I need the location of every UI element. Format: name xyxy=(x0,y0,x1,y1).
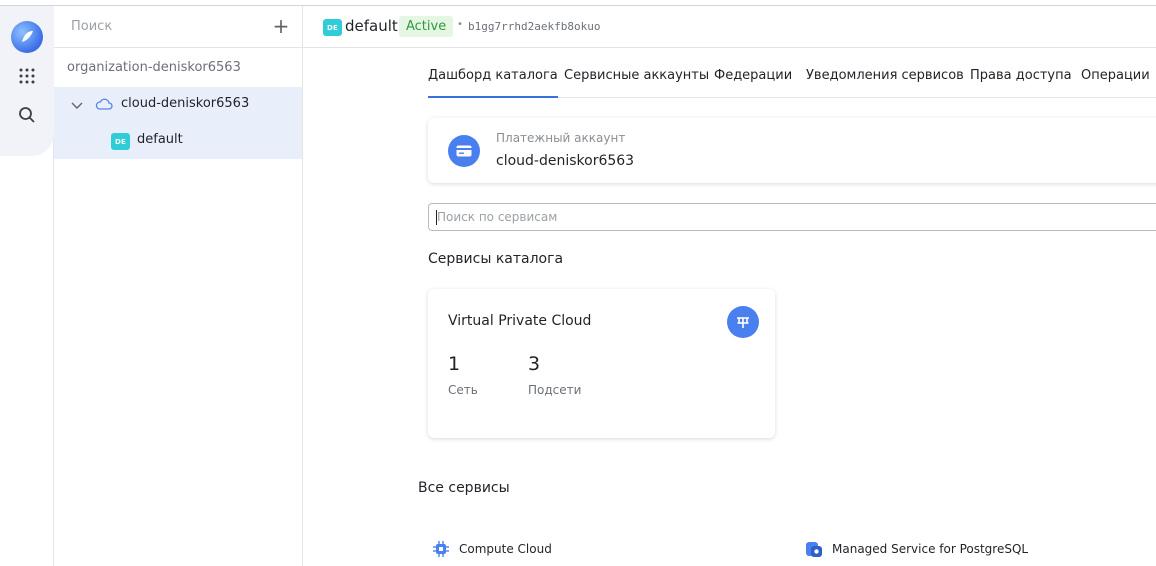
billing-account-label: Платежный аккаунт xyxy=(496,131,626,145)
billing-account-card[interactable]: Платежный аккаунт cloud-deniskor6563 xyxy=(428,118,1156,183)
vpc-stat-networks: 1 Сеть xyxy=(448,353,478,397)
left-rail xyxy=(0,6,54,566)
billing-account-value[interactable]: cloud-deniskor6563 xyxy=(496,153,634,169)
folder-id[interactable]: b1gg7rrhd2aekfb8okuo xyxy=(468,20,600,33)
service-compute-cloud[interactable]: Compute Cloud xyxy=(432,540,552,558)
service-search-input[interactable] xyxy=(429,204,1156,230)
search-icon[interactable] xyxy=(15,103,39,127)
tab-operations[interactable]: Операции xyxy=(1081,68,1150,98)
sidebar-item-folder-default[interactable]: DE default xyxy=(54,123,302,159)
vpc-networks-count: 1 xyxy=(448,353,461,375)
folder-badge: DE xyxy=(323,19,342,36)
vpc-subnets-count: 3 xyxy=(528,353,541,375)
folder-badge: DE xyxy=(111,133,130,150)
sidebar-item-folder-label: default xyxy=(137,132,183,147)
service-managed-postgresql-label: Managed Service for PostgreSQL xyxy=(832,542,1029,556)
sidebar-item-cloud-label: cloud-deniskor6563 xyxy=(121,96,250,111)
network-icon xyxy=(727,306,759,338)
services-grid-icon[interactable] xyxy=(15,64,39,88)
vpc-service-card[interactable]: Virtual Private Cloud 1 Сеть 3 Подсети xyxy=(428,289,775,438)
add-resource-button[interactable]: + xyxy=(271,16,291,37)
vpc-subnets-label: Подсети xyxy=(528,383,582,397)
chip-icon xyxy=(432,540,450,558)
sidebar-search-placeholder[interactable]: Поиск xyxy=(71,19,112,34)
credit-card-icon xyxy=(448,135,480,167)
service-managed-postgresql[interactable]: Managed Service for PostgreSQL xyxy=(805,540,1028,558)
tab-service-accounts[interactable]: Сервисные аккаунты xyxy=(564,68,709,98)
vpc-card-title: Virtual Private Cloud xyxy=(448,313,592,329)
vpc-networks-label: Сеть xyxy=(448,383,478,397)
tab-dashboard[interactable]: Дашборд каталога xyxy=(428,68,558,98)
tab-access-rights[interactable]: Права доступа xyxy=(970,68,1072,98)
rail-top-panel xyxy=(0,6,54,156)
resource-sidebar: Поиск + organization-deniskor6563 cloud-… xyxy=(54,6,303,566)
status-badge: Active xyxy=(399,16,454,37)
cloud-icon xyxy=(95,98,113,110)
folder-tabs: Дашборд каталога Сервисные аккаунты Феде… xyxy=(303,48,1156,99)
chevron-down-icon[interactable] xyxy=(70,98,84,112)
all-services-title: Все сервисы xyxy=(418,480,510,496)
postgresql-icon xyxy=(805,540,823,558)
service-search[interactable] xyxy=(428,203,1156,231)
page-title: default xyxy=(345,17,398,35)
sidebar-item-cloud[interactable]: cloud-deniskor6563 xyxy=(54,87,302,123)
cloud-group: cloud-deniskor6563 DE default xyxy=(54,87,302,159)
cloud-logo-icon[interactable] xyxy=(11,21,43,53)
organization-label[interactable]: organization-deniskor6563 xyxy=(67,60,241,75)
text-caret xyxy=(436,210,437,225)
tab-service-notifications[interactable]: Уведомления сервисов xyxy=(806,68,964,98)
separator-dot: • xyxy=(457,19,463,30)
service-compute-cloud-label: Compute Cloud xyxy=(459,542,552,556)
catalog-services-title: Сервисы каталога xyxy=(428,251,564,267)
folder-header: DE default Active • b1gg7rrhd2aekfb8okuo xyxy=(303,6,1156,48)
vpc-stat-subnets: 3 Подсети xyxy=(528,353,581,397)
tab-federations[interactable]: Федерации xyxy=(714,68,792,98)
sidebar-search[interactable]: Поиск + xyxy=(54,6,303,48)
